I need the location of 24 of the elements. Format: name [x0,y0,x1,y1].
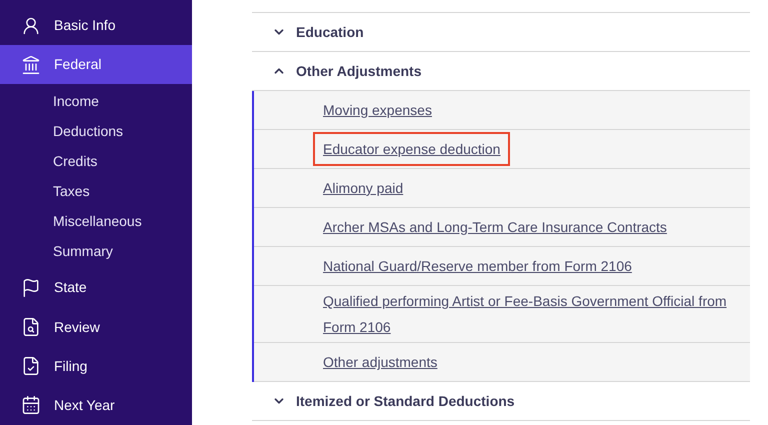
nav-subitem[interactable]: Deductions [0,116,192,146]
nav-subitem[interactable]: Miscellaneous [0,206,192,236]
link[interactable]: Other adjustments [323,349,438,375]
nav-item[interactable]: Basic Info [0,6,192,46]
nav-item[interactable]: Review [0,308,192,347]
nav-item[interactable]: State [0,268,192,308]
nav-item[interactable]: Federal [0,45,192,84]
nav-item[interactable]: Filing [0,346,192,386]
person-icon [21,16,41,36]
nav-item[interactable]: Next Year [0,386,192,425]
link[interactable]: Alimony paid [323,175,404,201]
flag-icon [21,278,41,298]
document-search-icon [21,317,41,338]
link[interactable]: Moving expenses [323,97,432,123]
document-check-icon [21,356,41,376]
building-icon [21,54,41,75]
nav-subitem[interactable]: Summary [0,236,192,266]
calendar-icon [21,395,41,416]
section-header[interactable]: Itemized or Standard Deductions [252,382,750,421]
nav-subitem[interactable]: Credits [0,146,192,176]
section-header[interactable]: Education [252,13,750,52]
nav-subitem[interactable]: Taxes [0,176,192,206]
link[interactable]: Educator expense deduction [313,132,510,166]
nav-subitem[interactable]: Income [0,86,192,116]
